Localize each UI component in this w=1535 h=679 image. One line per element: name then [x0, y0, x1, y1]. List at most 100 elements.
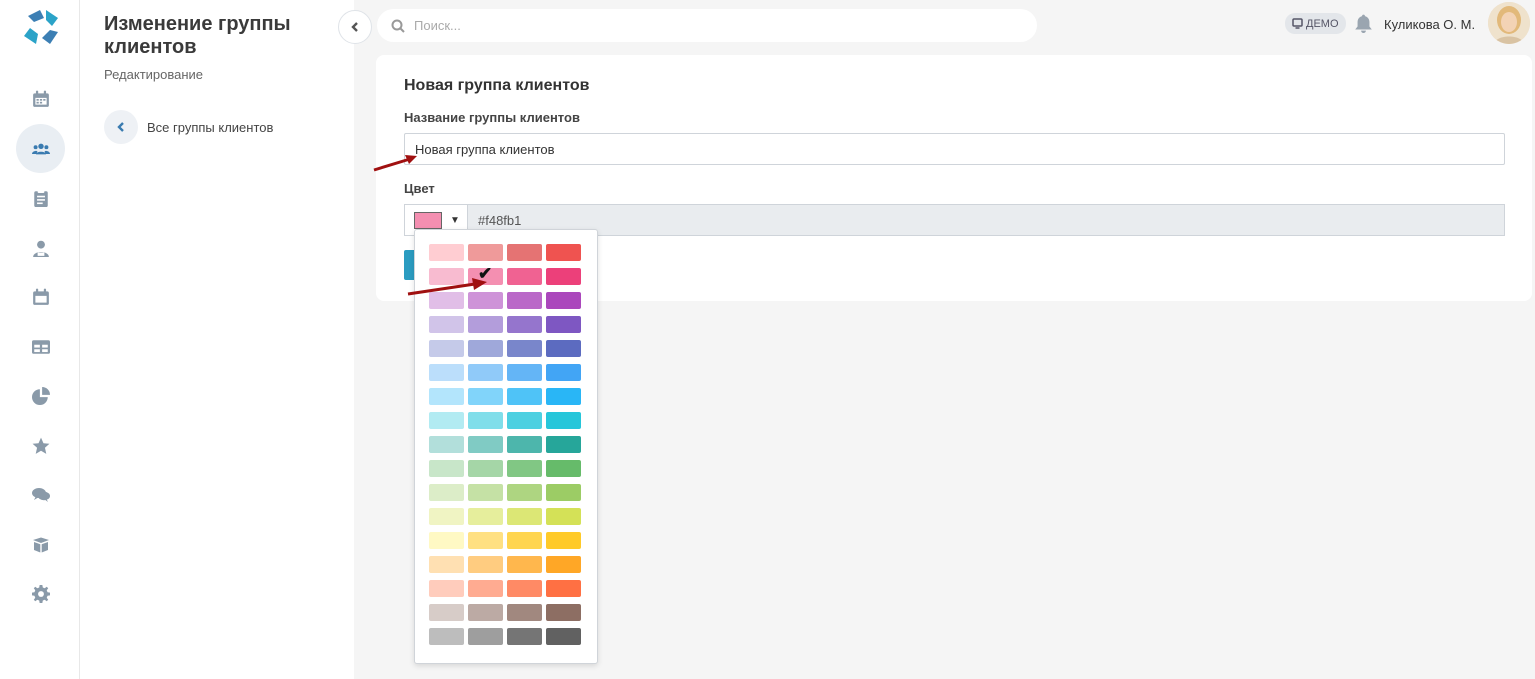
nav-tasks[interactable]	[16, 173, 65, 222]
color-swatch-option[interactable]	[546, 412, 581, 429]
color-swatch-option[interactable]	[546, 364, 581, 381]
color-swatch-option[interactable]	[468, 484, 503, 501]
nav-favorites[interactable]	[16, 421, 65, 470]
color-swatch-option[interactable]	[429, 556, 464, 573]
color-swatch-option[interactable]	[507, 508, 542, 525]
table-icon	[31, 339, 50, 354]
search-bar[interactable]	[377, 9, 1037, 42]
color-swatch-option[interactable]	[468, 628, 503, 645]
back-to-groups-link[interactable]: Все группы клиентов	[104, 110, 273, 144]
app-logo[interactable]	[20, 6, 62, 48]
nav-messages[interactable]	[16, 470, 65, 519]
color-swatch-option[interactable]	[507, 556, 542, 573]
color-swatch-option[interactable]	[468, 460, 503, 477]
color-swatch-option[interactable]	[507, 580, 542, 597]
color-swatch-option[interactable]	[507, 316, 542, 333]
color-swatch-option[interactable]	[429, 412, 464, 429]
color-swatch-option[interactable]	[546, 604, 581, 621]
color-swatch-option[interactable]	[507, 340, 542, 357]
color-swatch-option[interactable]	[468, 244, 503, 261]
color-swatch-option[interactable]	[507, 388, 542, 405]
avatar[interactable]	[1488, 2, 1530, 44]
nav-staff[interactable]	[16, 223, 65, 272]
caret-down-icon: ▼	[450, 214, 460, 226]
search-input[interactable]	[414, 18, 1014, 33]
color-swatch-option[interactable]	[468, 340, 503, 357]
color-swatch-option[interactable]	[546, 268, 581, 285]
comments-icon	[31, 487, 50, 502]
color-swatch-option[interactable]	[546, 340, 581, 357]
color-swatch-option[interactable]	[507, 628, 542, 645]
avatar-image	[1488, 2, 1530, 44]
color-hex-input[interactable]	[468, 204, 1505, 236]
nav-reports[interactable]	[16, 371, 65, 420]
color-swatch-option[interactable]	[546, 292, 581, 309]
color-swatch-option[interactable]	[468, 532, 503, 549]
color-swatch-option[interactable]	[507, 364, 542, 381]
color-swatch-option[interactable]	[429, 484, 464, 501]
gear-icon	[31, 584, 50, 603]
demo-badge-label: ДЕМО	[1306, 17, 1339, 30]
color-swatch-option[interactable]	[546, 244, 581, 261]
demo-badge[interactable]: ДЕМО	[1285, 13, 1346, 34]
nav-calendar[interactable]	[16, 74, 65, 123]
color-swatch-option[interactable]	[429, 628, 464, 645]
color-swatch-option[interactable]	[507, 460, 542, 477]
color-swatch-option[interactable]	[507, 532, 542, 549]
color-swatch-option[interactable]	[507, 436, 542, 453]
secondary-panel: Изменение группы клиентов Редактирование…	[80, 0, 354, 679]
color-swatch-option[interactable]	[468, 364, 503, 381]
color-swatch-option[interactable]	[429, 316, 464, 333]
color-swatch-option[interactable]	[546, 460, 581, 477]
search-icon	[391, 19, 405, 33]
color-swatch-option[interactable]	[429, 460, 464, 477]
annotation-arrow	[407, 278, 487, 296]
page-title: Изменение группы клиентов	[104, 13, 291, 58]
notifications-button[interactable]	[1354, 14, 1373, 33]
nav-clients[interactable]	[16, 124, 65, 173]
back-link-label[interactable]: Все группы клиентов	[147, 120, 273, 135]
nav-table[interactable]	[16, 322, 65, 371]
color-swatch-option[interactable]	[546, 508, 581, 525]
nav-schedule[interactable]	[16, 272, 65, 321]
color-swatch-option[interactable]	[468, 556, 503, 573]
back-button[interactable]	[104, 110, 138, 144]
color-swatch-option[interactable]	[546, 580, 581, 597]
color-swatch-option[interactable]	[468, 580, 503, 597]
color-swatch-option[interactable]	[468, 412, 503, 429]
color-swatch-option[interactable]	[429, 364, 464, 381]
color-swatch-option[interactable]	[468, 604, 503, 621]
collapse-panel-button[interactable]	[338, 10, 372, 44]
color-swatch-option[interactable]	[507, 484, 542, 501]
color-swatch-option[interactable]	[468, 316, 503, 333]
nav-warehouse[interactable]	[16, 520, 65, 569]
user-name[interactable]: Куликова О. М.	[1384, 17, 1475, 32]
color-swatch-option[interactable]	[468, 436, 503, 453]
nav-settings[interactable]	[16, 569, 65, 618]
calendar-icon	[32, 90, 49, 107]
color-swatch-option[interactable]	[507, 412, 542, 429]
color-swatch-option[interactable]	[429, 580, 464, 597]
color-swatch-option[interactable]	[507, 604, 542, 621]
color-swatch-option[interactable]	[507, 244, 542, 261]
color-swatch-option[interactable]	[546, 316, 581, 333]
color-swatch-option[interactable]	[546, 628, 581, 645]
color-swatch-option[interactable]	[546, 436, 581, 453]
annotation-arrow	[373, 155, 417, 172]
color-swatch-option[interactable]	[507, 268, 542, 285]
color-swatch-option[interactable]	[546, 556, 581, 573]
color-swatch-option[interactable]	[429, 532, 464, 549]
color-swatch-option[interactable]	[429, 388, 464, 405]
group-name-input[interactable]	[404, 133, 1505, 165]
color-swatch-option[interactable]	[468, 508, 503, 525]
color-swatch-option[interactable]	[429, 436, 464, 453]
color-swatch-option[interactable]	[429, 244, 464, 261]
color-swatch-option[interactable]	[546, 484, 581, 501]
color-swatch-option[interactable]	[546, 532, 581, 549]
color-swatch-option[interactable]	[429, 340, 464, 357]
color-swatch-option[interactable]	[429, 604, 464, 621]
color-swatch-option[interactable]	[546, 388, 581, 405]
color-swatch-option[interactable]	[468, 388, 503, 405]
color-swatch-option[interactable]	[429, 508, 464, 525]
color-swatch-option[interactable]	[507, 292, 542, 309]
